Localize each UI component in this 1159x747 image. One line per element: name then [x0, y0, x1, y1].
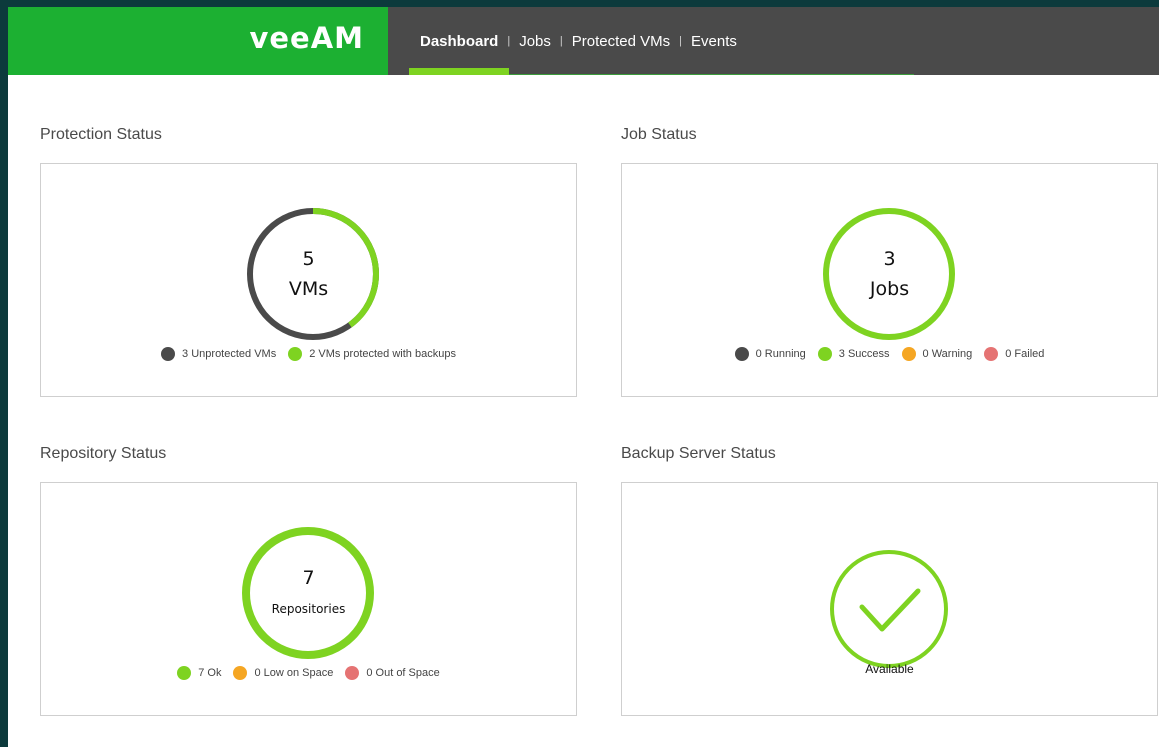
legend-dot-ok: [177, 666, 192, 680]
protection-status-title: Protection Status: [40, 126, 162, 143]
logo-block: veeAM: [8, 7, 388, 75]
repository-status-ring: [242, 527, 374, 659]
legend-label-failed: 0 Failed: [1005, 348, 1045, 360]
repository-legend: 7 Ok 0 Low on Space 0 Out of Space: [41, 666, 576, 680]
repository-status-card[interactable]: 7 Repositories 7 Ok 0 Low on Space 0 Out…: [40, 482, 577, 716]
job-status-card[interactable]: 3 Jobs 0 Running 3 Success 0 Warning 0 F…: [621, 163, 1158, 397]
backup-server-status-label: Available: [865, 662, 914, 676]
repository-status-title: Repository Status: [40, 445, 167, 462]
vm-count: 5: [302, 248, 315, 270]
nav-events[interactable]: Events: [689, 33, 739, 50]
legend-label-running: 0 Running: [755, 348, 806, 360]
legend-dot-failed: [984, 347, 999, 361]
legend-label-warning: 0 Warning: [922, 348, 973, 360]
legend-dot-running: [734, 347, 749, 361]
legend-dot-low-space: [233, 666, 248, 680]
legend-label-unprotected: 3 Unprotected VMs: [182, 348, 277, 360]
nav-separator: |: [507, 35, 511, 47]
active-tab-indicator: [409, 68, 509, 75]
legend-label-ok: 7 Ok: [198, 667, 222, 679]
legend-dot-success: [817, 347, 832, 361]
veeam-logo: veeAM: [249, 21, 364, 55]
legend-dot-warning: [901, 347, 916, 361]
protection-donut-chart: [247, 208, 379, 340]
main-nav: Dashboard | Jobs | Protected VMs | Event…: [418, 7, 739, 75]
legend-dot-protected: [288, 347, 303, 361]
nav-protected-vms[interactable]: Protected VMs: [570, 33, 672, 50]
nav-underline: [509, 74, 914, 75]
nav-separator: |: [559, 35, 563, 47]
checkmark-icon: [830, 550, 948, 668]
backup-server-status-title: Backup Server Status: [621, 445, 776, 462]
job-count: 3: [883, 248, 896, 270]
backup-server-status-card[interactable]: Available: [621, 482, 1158, 716]
legend-label-success: 3 Success: [838, 348, 890, 360]
job-status-ring: [823, 208, 955, 340]
jobs-success-arc: [823, 208, 955, 340]
legend-label-low-space: 0 Low on Space: [254, 667, 334, 679]
legend-label-protected: 2 VMs protected with backups: [309, 348, 456, 360]
nav-jobs[interactable]: Jobs: [517, 33, 553, 50]
protection-status-card[interactable]: 5 VMs 3 Unprotected VMs 2 VMs protected …: [40, 163, 577, 397]
job-status-title: Job Status: [621, 126, 697, 143]
repositories-ok-arc: [242, 527, 374, 659]
job-unit: Jobs: [869, 278, 910, 300]
protection-legend: 3 Unprotected VMs 2 VMs protected with b…: [41, 347, 576, 361]
repository-count: 7: [302, 567, 315, 589]
vm-unit: VMs: [288, 278, 329, 300]
nav-dashboard[interactable]: Dashboard: [418, 33, 500, 50]
legend-dot-unprotected: [161, 347, 176, 361]
legend-label-out-of-space: 0 Out of Space: [366, 667, 440, 679]
top-navigation-bar: veeAM Dashboard | Jobs | Protected VMs |…: [8, 7, 1159, 75]
repository-unit: Repositories: [271, 602, 346, 616]
legend-dot-out-of-space: [345, 666, 360, 680]
nav-separator: |: [679, 35, 682, 47]
app-window: veeAM Dashboard | Jobs | Protected VMs |…: [8, 7, 1159, 747]
job-legend: 0 Running 3 Success 0 Warning 0 Failed: [622, 347, 1157, 361]
